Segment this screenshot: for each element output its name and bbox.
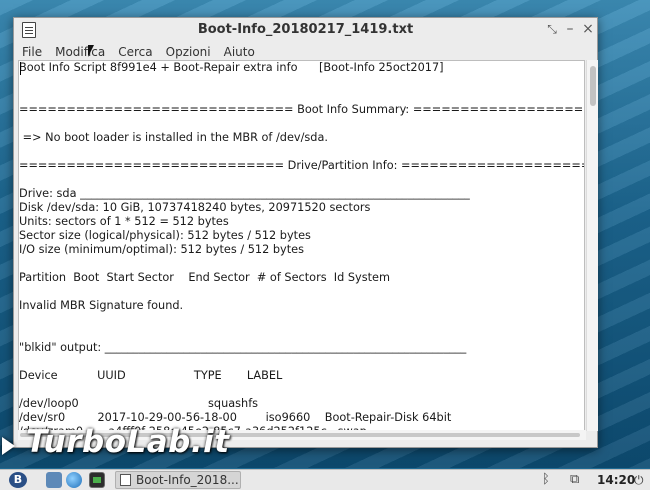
mouse-cursor-icon xyxy=(88,45,94,57)
minimize-button[interactable]: – xyxy=(562,21,578,37)
document-line: I/O size (minimum/optimal): 512 bytes / … xyxy=(19,243,304,256)
taskbar-window-label: Boot-Info_2018... xyxy=(136,473,239,487)
menu-bar: File Modifica Cerca Opzioni Aiuto xyxy=(14,42,597,62)
globe-icon[interactable] xyxy=(66,472,82,488)
document-line: Disk /dev/sda: 10 GiB, 10737418240 bytes… xyxy=(19,201,371,214)
document-line: ============================ Drive/Parti… xyxy=(19,159,584,172)
menu-aiuto[interactable]: Aiuto xyxy=(224,45,255,59)
document-line: Drive: sda _____________________________… xyxy=(19,187,470,200)
close-button[interactable]: × xyxy=(580,21,596,37)
menu-modifica[interactable]: Modifica xyxy=(55,45,105,59)
start-menu-icon[interactable]: B xyxy=(9,472,27,488)
document-line: Device UUID TYPE LABEL xyxy=(19,369,283,382)
menu-cerca[interactable]: Cerca xyxy=(118,45,152,59)
document-line: Sector size (logical/physical): 512 byte… xyxy=(19,229,311,242)
watermark-logo: TurboLab.it xyxy=(26,424,230,460)
document-line: Units: sectors of 1 * 512 = 512 bytes xyxy=(19,215,229,228)
taskbar-window-button[interactable]: Boot-Info_2018... xyxy=(115,471,241,489)
title-bar[interactable]: Boot-Info_20180217_1419.txt ⤡ – × xyxy=(14,18,597,42)
terminal-icon[interactable] xyxy=(89,472,105,488)
document-content: Boot Info Script 8f991e4 + Boot-Repair e… xyxy=(19,61,584,430)
document-line: /dev/loop0 squashfs xyxy=(19,397,259,410)
restore-button[interactable]: ⤡ xyxy=(544,21,560,37)
files-icon[interactable] xyxy=(46,472,62,488)
window-title: Boot-Info_20180217_1419.txt xyxy=(197,22,414,37)
taskbar: B Boot-Info_2018... ᛒ ⧉ 14:20 ⏻ xyxy=(0,469,650,490)
document-line: /dev/sr0 2017-10-29-00-56-18-00 iso9660 … xyxy=(19,411,452,424)
vertical-scroll-thumb[interactable] xyxy=(590,66,596,106)
clock[interactable]: 14:20 xyxy=(597,472,635,488)
document-line: Partition Boot Start Sector End Sector #… xyxy=(19,271,391,284)
text-file-icon xyxy=(120,474,131,486)
document-line: => No boot loader is installed in the MB… xyxy=(19,131,328,144)
menu-file[interactable]: File xyxy=(22,45,42,59)
document-line: Invalid MBR Signature found. xyxy=(19,299,184,312)
network-icon[interactable]: ⧉ xyxy=(570,472,579,488)
bluetooth-icon[interactable]: ᛒ xyxy=(542,472,550,488)
vertical-scrollbar[interactable] xyxy=(586,60,598,431)
watermark-arrow-icon xyxy=(2,437,15,455)
document-line: "blkid" output: ________________________… xyxy=(19,341,467,354)
power-icon[interactable]: ⏻ xyxy=(634,472,644,488)
document-line: Boot Info Script 8f991e4 + Boot-Repair e… xyxy=(19,61,444,74)
text-editor-area[interactable]: Boot Info Script 8f991e4 + Boot-Repair e… xyxy=(18,60,585,431)
text-caret xyxy=(20,62,21,75)
menu-opzioni[interactable]: Opzioni xyxy=(166,45,211,59)
document-line: ============================= Boot Info … xyxy=(19,103,584,116)
